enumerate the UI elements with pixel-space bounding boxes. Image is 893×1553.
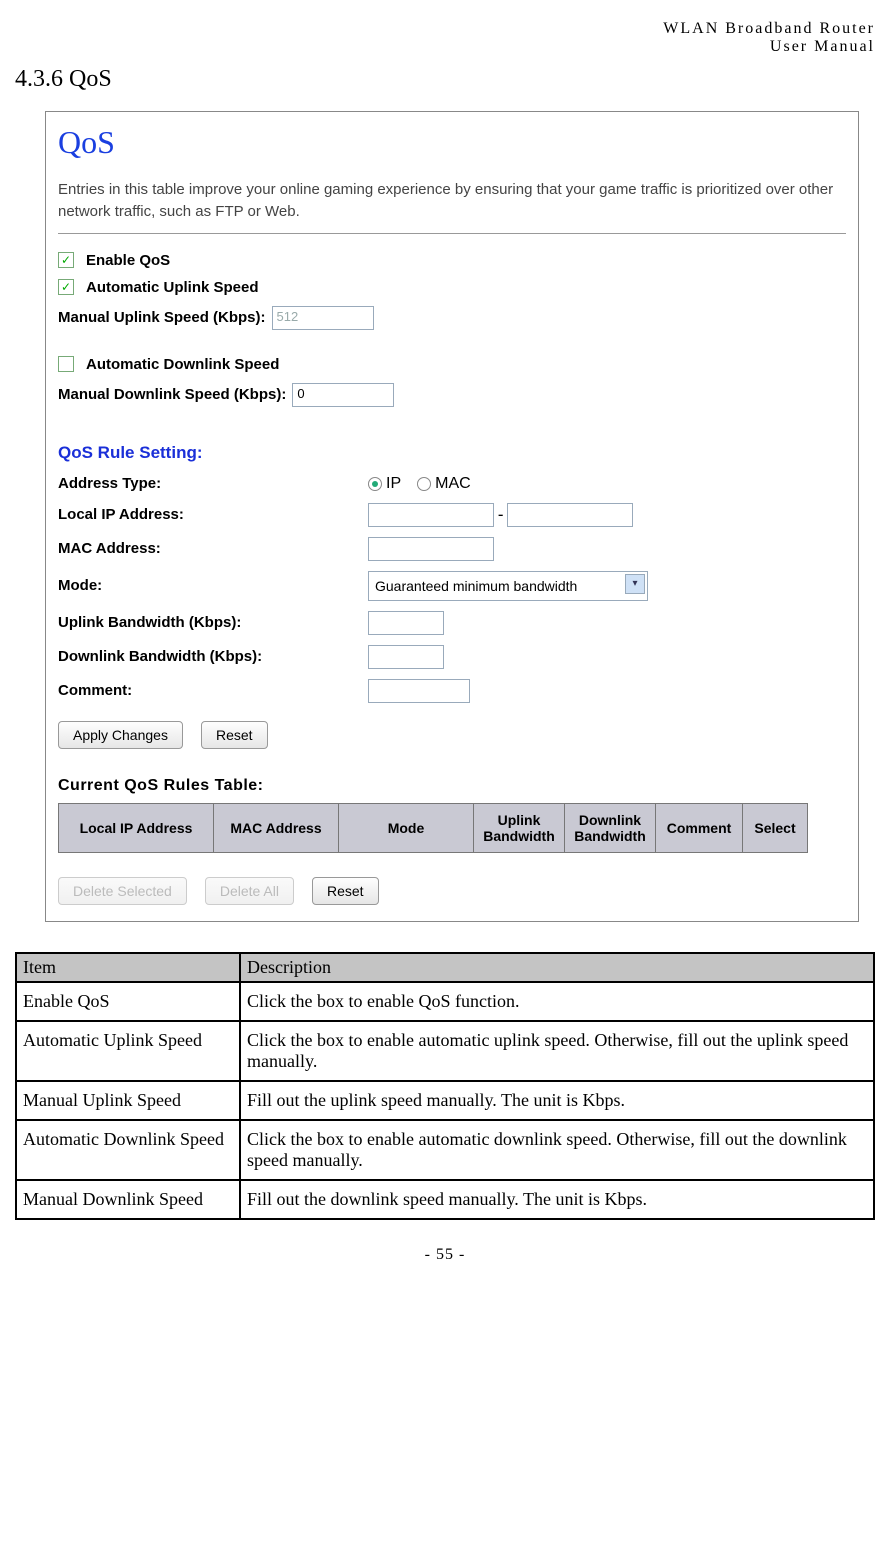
table-row: Manual Downlink Speed Fill out the downl… [16, 1180, 874, 1219]
reset2-button[interactable]: Reset [312, 877, 379, 905]
downlink-bw-label: Downlink Bandwidth (Kbps): [58, 648, 368, 665]
table-row: Enable QoS Click the box to enable QoS f… [16, 982, 874, 1021]
enable-qos-checkbox[interactable]: ✓ [58, 252, 74, 268]
desc-text: Fill out the downlink speed manually. Th… [240, 1180, 874, 1219]
manual-downlink-input[interactable]: 0 [292, 383, 394, 407]
radio-ip-wrap[interactable]: IP [368, 475, 417, 493]
local-ip-end-input[interactable] [507, 503, 633, 527]
delete-selected-button[interactable]: Delete Selected [58, 877, 187, 905]
current-rules-title: Current QoS Rules Table: [58, 777, 846, 795]
th-local-ip: Local IP Address [59, 803, 214, 852]
manual-uplink-label: Manual Uplink Speed (Kbps): [58, 309, 266, 326]
uplink-bw-row: Uplink Bandwidth (Kbps): [58, 611, 846, 635]
manual-uplink-row: Manual Uplink Speed (Kbps): 512 [58, 306, 846, 330]
doc-header: WLAN Broadband Router User Manual [15, 20, 875, 56]
mac-row: MAC Address: [58, 537, 846, 561]
downlink-bw-input[interactable] [368, 645, 444, 669]
enable-qos-row: ✓ Enable QoS [58, 252, 846, 269]
uplink-bw-label: Uplink Bandwidth (Kbps): [58, 614, 368, 631]
auto-downlink-row: ✓ Automatic Downlink Speed [58, 356, 846, 373]
qos-rules-table: Local IP Address MAC Address Mode Uplink… [58, 803, 808, 853]
manual-uplink-input[interactable]: 512 [272, 306, 374, 330]
mode-select[interactable]: Guaranteed minimum bandwidth ▾ [368, 571, 648, 601]
chevron-down-icon: ▾ [625, 574, 645, 594]
local-ip-start-input[interactable] [368, 503, 494, 527]
desc-item: Enable QoS [16, 982, 240, 1021]
ip-range-separator: - [494, 506, 507, 524]
table-row: Automatic Downlink Speed Click the box t… [16, 1120, 874, 1180]
radio-ip[interactable] [368, 477, 382, 491]
manual-downlink-row: Manual Downlink Speed (Kbps): 0 [58, 383, 846, 407]
desc-th-item: Item [16, 953, 240, 982]
th-uplink: Uplink Bandwidth [474, 803, 565, 852]
th-mac: MAC Address [214, 803, 339, 852]
th-mode: Mode [339, 803, 474, 852]
qos-rule-setting-heading: QoS Rule Setting: [58, 443, 846, 463]
desc-text: Click the box to enable QoS function. [240, 982, 874, 1021]
local-ip-label: Local IP Address: [58, 506, 368, 523]
comment-label: Comment: [58, 682, 368, 699]
apply-reset-row: Apply Changes Reset [58, 721, 846, 749]
th-select: Select [743, 803, 808, 852]
delete-all-button[interactable]: Delete All [205, 877, 294, 905]
radio-mac[interactable] [417, 477, 431, 491]
doc-header-line1: WLAN Broadband Router [15, 20, 875, 38]
downlink-bw-row: Downlink Bandwidth (Kbps): [58, 645, 846, 669]
desc-item: Automatic Uplink Speed [16, 1021, 240, 1081]
comment-row: Comment: [58, 679, 846, 703]
th-comment: Comment [656, 803, 743, 852]
auto-downlink-checkbox[interactable]: ✓ [58, 356, 74, 372]
mode-select-value: Guaranteed minimum bandwidth [375, 578, 577, 594]
comment-input[interactable] [368, 679, 470, 703]
uplink-bw-input[interactable] [368, 611, 444, 635]
reset-button[interactable]: Reset [201, 721, 268, 749]
doc-header-line2: User Manual [15, 38, 875, 56]
desc-text: Click the box to enable automatic uplink… [240, 1021, 874, 1081]
divider [58, 233, 846, 234]
local-ip-row: Local IP Address: - [58, 503, 846, 527]
address-type-row: Address Type: IP MAC [58, 475, 846, 493]
desc-text: Click the box to enable automatic downli… [240, 1120, 874, 1180]
auto-downlink-label: Automatic Downlink Speed [86, 356, 279, 373]
radio-mac-wrap[interactable]: MAC [417, 475, 487, 493]
qos-title: QoS [58, 124, 846, 161]
radio-ip-label: IP [386, 475, 401, 493]
enable-qos-label: Enable QoS [86, 252, 170, 269]
auto-uplink-label: Automatic Uplink Speed [86, 279, 259, 296]
qos-screenshot: QoS Entries in this table improve your o… [45, 111, 859, 922]
desc-item: Manual Uplink Speed [16, 1081, 240, 1120]
table-row: Automatic Uplink Speed Click the box to … [16, 1021, 874, 1081]
table-row: Manual Uplink Speed Fill out the uplink … [16, 1081, 874, 1120]
auto-uplink-checkbox[interactable]: ✓ [58, 279, 74, 295]
address-type-label: Address Type: [58, 475, 368, 492]
section-heading: 4.3.6 QoS [15, 66, 875, 93]
qos-description: Entries in this table improve your onlin… [58, 179, 846, 223]
description-table: Item Description Enable QoS Click the bo… [15, 952, 875, 1220]
radio-mac-label: MAC [435, 475, 471, 493]
apply-changes-button[interactable]: Apply Changes [58, 721, 183, 749]
desc-th-desc: Description [240, 953, 874, 982]
th-downlink: Downlink Bandwidth [565, 803, 656, 852]
page-footer: - 55 - [15, 1246, 875, 1264]
radio-dot [372, 481, 378, 487]
manual-downlink-label: Manual Downlink Speed (Kbps): [58, 386, 286, 403]
desc-text: Fill out the uplink speed manually. The … [240, 1081, 874, 1120]
desc-item: Automatic Downlink Speed [16, 1120, 240, 1180]
auto-uplink-row: ✓ Automatic Uplink Speed [58, 279, 846, 296]
desc-item: Manual Downlink Speed [16, 1180, 240, 1219]
mode-label: Mode: [58, 577, 368, 594]
delete-reset-row: Delete Selected Delete All Reset [58, 877, 846, 905]
mac-input[interactable] [368, 537, 494, 561]
mac-label: MAC Address: [58, 540, 368, 557]
mode-row: Mode: Guaranteed minimum bandwidth ▾ [58, 571, 846, 601]
